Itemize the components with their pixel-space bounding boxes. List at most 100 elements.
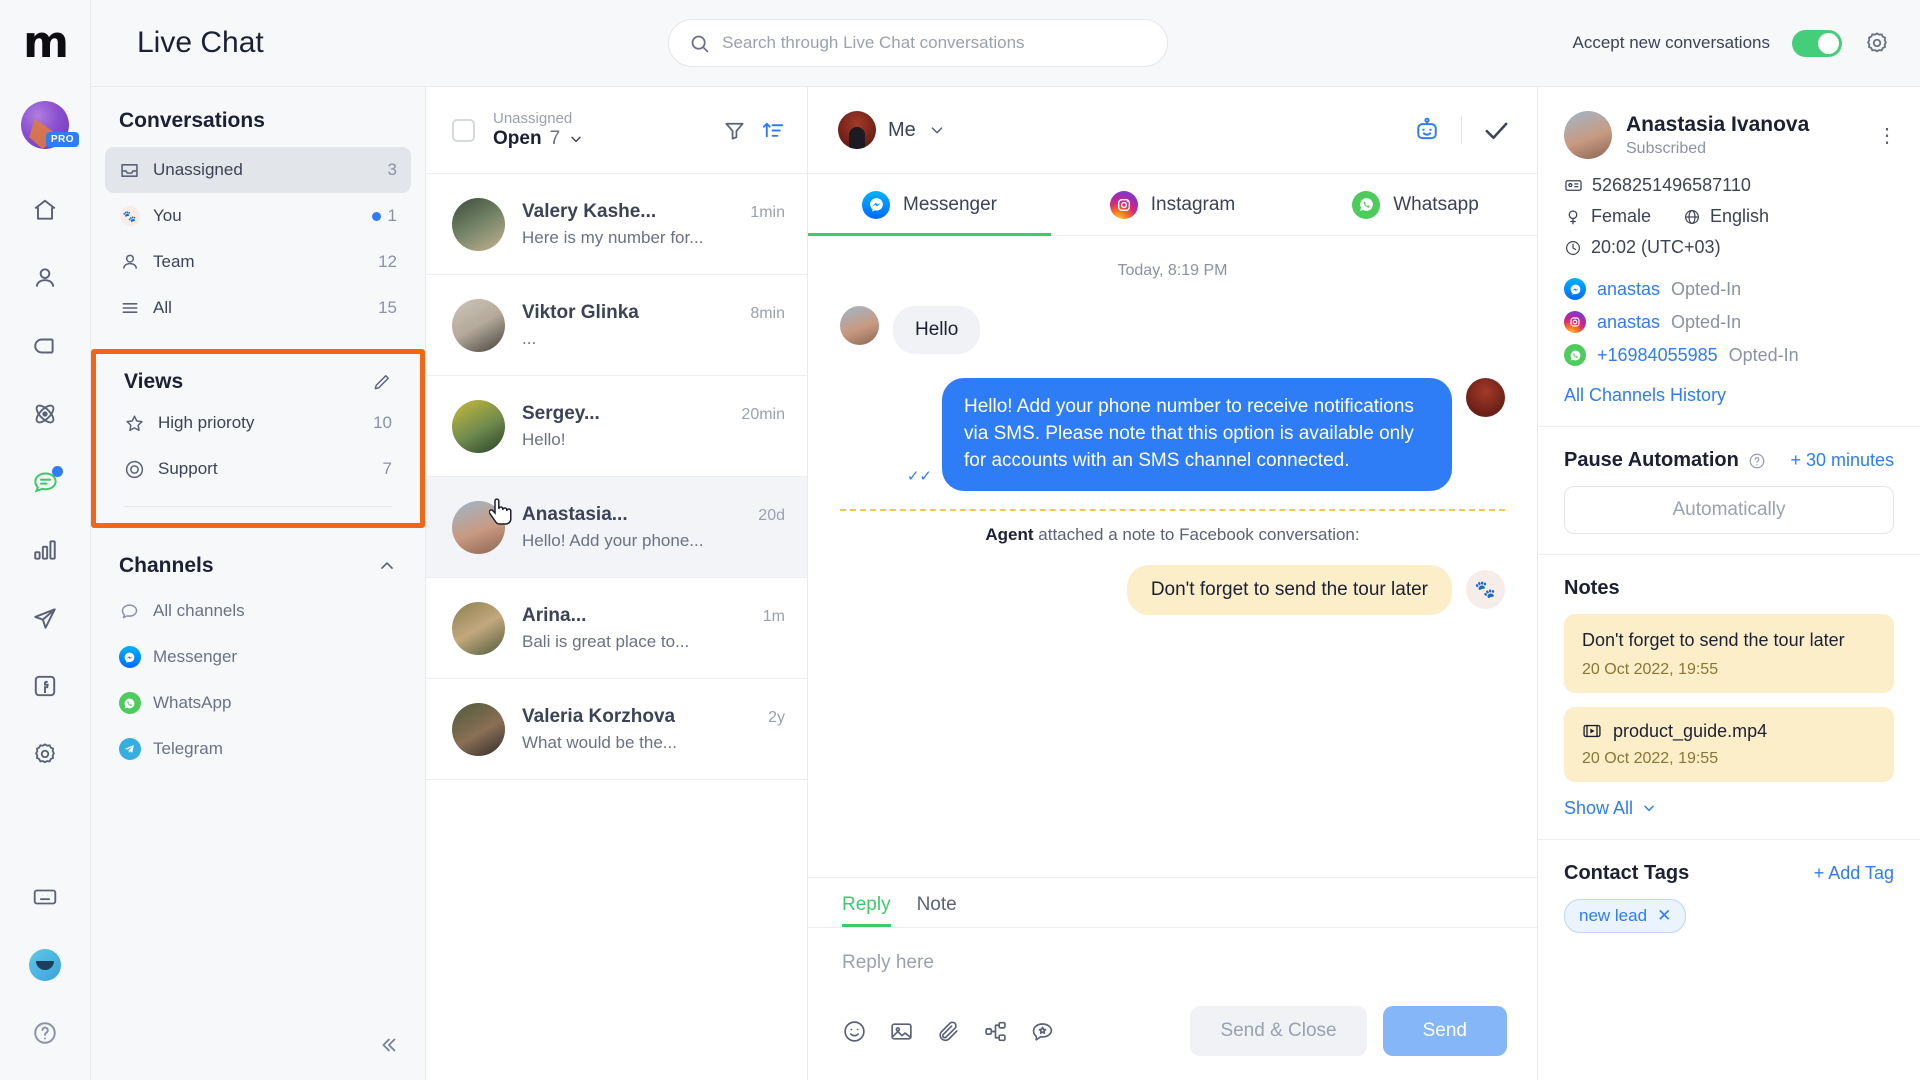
channel-handle[interactable]: +16984055985 <box>1597 345 1718 366</box>
emoji-icon[interactable] <box>842 1019 867 1044</box>
sidebar-item-label: High prioroty <box>158 413 255 432</box>
conversation-filter-label[interactable]: Unassigned Open 7 <box>493 110 705 151</box>
sidebar-item-label: Team <box>153 252 195 271</box>
avatar <box>452 197 505 251</box>
attachment-icon[interactable] <box>936 1019 961 1044</box>
note-card[interactable]: product_guide.mp4 20 Oct 2022, 19:55 <box>1564 706 1894 782</box>
channels-heading-row[interactable]: Channels <box>91 554 425 578</box>
select-all-checkbox[interactable] <box>452 118 475 142</box>
sidebar-item-all[interactable]: All 15 <box>105 285 411 331</box>
conversation-row[interactable]: Sergey... 20min Hello! <box>426 376 807 477</box>
chevron-up-icon[interactable] <box>377 556 397 576</box>
broadcast-icon[interactable] <box>18 387 72 441</box>
note-card[interactable]: Don't forget to send the tour later 20 O… <box>1564 614 1894 693</box>
sidebar-item-messenger[interactable]: Messenger <box>105 634 411 680</box>
keyboard-icon[interactable] <box>18 870 72 924</box>
conversation-row[interactable]: Valery Kashe... 1min Here is my number f… <box>426 174 807 275</box>
filter-icon[interactable] <box>723 119 746 142</box>
flow-icon[interactable] <box>983 1019 1008 1044</box>
settings-icon[interactable] <box>18 727 72 781</box>
conversation-row[interactable]: Valeria Korzhova 2y What would be the... <box>426 679 807 780</box>
day-separator: Today, 8:19 PM <box>1117 262 1228 279</box>
image-icon[interactable] <box>889 1019 914 1044</box>
send-icon[interactable] <box>18 591 72 645</box>
contacts-icon[interactable] <box>18 251 72 305</box>
flows-icon[interactable] <box>18 319 72 373</box>
tab-instagram[interactable]: Instagram <box>1051 174 1294 235</box>
saved-reply-icon[interactable] <box>1030 1019 1055 1044</box>
channel-status: Opted-In <box>1671 311 1742 332</box>
contact-channel-whatsapp[interactable]: +16984055985 Opted-In <box>1538 344 1920 366</box>
channel-status: Opted-In <box>1671 278 1742 299</box>
account-avatar[interactable]: PRO <box>21 101 79 149</box>
show-all-notes-link[interactable]: Show All <box>1564 798 1894 819</box>
accept-conversations-toggle[interactable] <box>1792 29 1842 57</box>
bot-icon[interactable] <box>1413 116 1441 144</box>
tab-messenger[interactable]: Messenger <box>808 174 1051 236</box>
contact-name: Anastasia Ivanova <box>1626 113 1810 137</box>
contact-channel-instagram[interactable]: anastas Opted-In <box>1538 311 1920 333</box>
home-icon[interactable] <box>18 183 72 237</box>
search-input[interactable] <box>722 33 1148 53</box>
chevron-down-icon[interactable] <box>928 121 946 139</box>
sidebar-item-high-priority[interactable]: High prioroty 10 <box>110 400 406 446</box>
add-tag-button[interactable]: + Add Tag <box>1814 863 1894 884</box>
check-icon[interactable] <box>1482 116 1511 145</box>
analytics-icon[interactable] <box>18 523 72 577</box>
conversation-row[interactable]: Arina... 1m Bali is great place to... <box>426 578 807 679</box>
sidebar-item-whatsapp[interactable]: WhatsApp <box>105 680 411 726</box>
tab-note[interactable]: Note <box>917 894 957 927</box>
collapse-sidebar-button[interactable] <box>371 1028 405 1062</box>
live-chat-icon[interactable] <box>18 455 72 509</box>
conversation-time: 1min <box>750 203 785 221</box>
tab-reply[interactable]: Reply <box>842 894 891 927</box>
add-30-minutes-link[interactable]: + 30 minutes <box>1790 450 1894 471</box>
conversation-meta: Sergey... 20min Hello! <box>522 403 785 450</box>
views-section-highlight: Views High prioroty 10 Support 7 <box>91 349 425 528</box>
more-vertical-icon[interactable]: ⋮ <box>1877 123 1898 148</box>
conversation-time: 20min <box>741 405 785 423</box>
channel-handle[interactable]: anastas <box>1597 312 1660 333</box>
contact-channel-messenger[interactable]: anastas Opted-In <box>1538 278 1920 300</box>
conversation-meta: Valery Kashe... 1min Here is my number f… <box>522 201 785 248</box>
sidebar-item-team[interactable]: Team 12 <box>105 239 411 285</box>
note-message-row: Don't forget to send the tour later 🐾 <box>840 564 1505 615</box>
send-and-close-button[interactable]: Send & Close <box>1190 1006 1367 1056</box>
avatar: 🐾 <box>1466 570 1505 610</box>
filter-count: 7 <box>549 128 561 150</box>
conversation-row[interactable]: Anastasia... 20d Hello! Add your phone..… <box>426 477 807 578</box>
automation-mode-button[interactable]: Automatically <box>1564 486 1894 534</box>
tab-whatsapp[interactable]: Whatsapp <box>1294 174 1537 235</box>
accept-conversations-label: Accept new conversations <box>1572 33 1771 52</box>
sidebar-item-telegram[interactable]: Telegram <box>105 726 411 772</box>
help-icon[interactable] <box>18 1006 72 1060</box>
sidebar-item-count: 12 <box>378 252 397 271</box>
all-channels-history-link[interactable]: All Channels History <box>1538 377 1920 426</box>
question-circle-icon[interactable] <box>1748 452 1766 470</box>
sidebar-item-unassigned[interactable]: Unassigned 3 <box>105 147 411 193</box>
pencil-icon[interactable] <box>372 372 392 392</box>
inbox-icon <box>119 160 140 181</box>
close-icon[interactable]: ✕ <box>1657 906 1671 926</box>
send-button[interactable]: Send <box>1382 1006 1507 1056</box>
tab-label: Instagram <box>1150 193 1236 215</box>
reply-input[interactable]: Reply here <box>808 928 1537 1006</box>
user-avatar-icon[interactable] <box>18 938 72 992</box>
gear-icon[interactable] <box>1864 30 1890 56</box>
tag-chip[interactable]: new lead ✕ <box>1564 898 1687 933</box>
assignee-selector[interactable]: Me <box>838 111 946 149</box>
search-box[interactable] <box>668 19 1169 67</box>
chevron-down-icon[interactable] <box>568 131 584 147</box>
sidebar-item-support[interactable]: Support 7 <box>110 446 406 492</box>
facebook-icon[interactable] <box>18 659 72 713</box>
conversation-preview: Hello! Add your phone... <box>522 530 704 550</box>
conversation-row[interactable]: Viktor Glinka 8min ... <box>426 275 807 376</box>
note-file-name: product_guide.mp4 <box>1613 720 1768 741</box>
sort-ascending-icon[interactable] <box>762 119 785 142</box>
sidebar-item-you[interactable]: 🐾 You 1 <box>105 193 411 239</box>
sidebar-item-all-channels[interactable]: All channels <box>105 588 411 634</box>
app-body: PRO Conversations Unassigned 3 🐾 You 1 T… <box>0 87 1920 1080</box>
channel-handle[interactable]: anastas <box>1597 279 1660 300</box>
app-logo[interactable]: m <box>0 0 91 87</box>
contact-language: English <box>1710 206 1770 226</box>
